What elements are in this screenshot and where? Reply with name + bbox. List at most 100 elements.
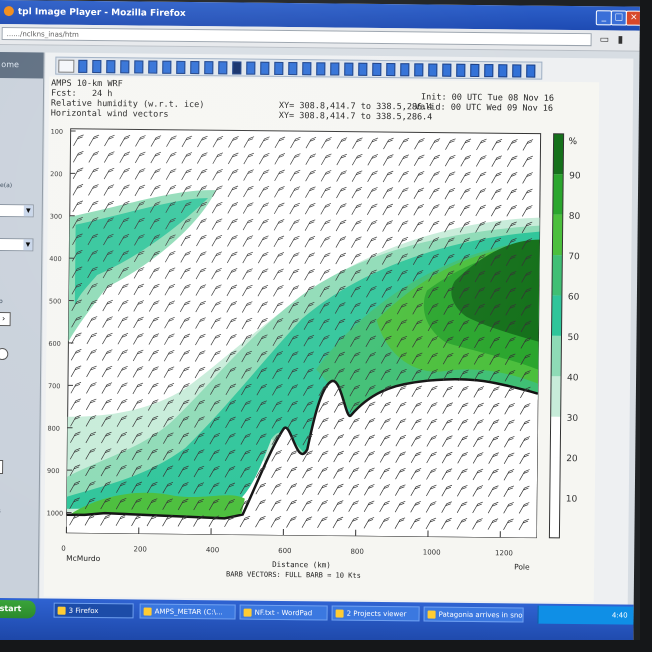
y-tick-label: 1000 [47, 509, 64, 517]
colorbar-tick-label: 80 [569, 212, 581, 222]
y-tick-label: 700 [48, 382, 61, 390]
task-article[interactable]: Patagonia arrives in snow... [423, 606, 524, 623]
frame-cell[interactable] [176, 60, 186, 74]
url-field[interactable]: ....../nclkns_inas/htm [1, 27, 592, 47]
frame-cell[interactable] [414, 63, 424, 77]
frame-cell[interactable] [428, 63, 438, 77]
frame-cell[interactable] [106, 60, 116, 74]
frame-cell[interactable] [92, 59, 102, 74]
colorbar-band [551, 335, 562, 377]
close-button[interactable]: × [625, 10, 640, 26]
maximize-button[interactable]: □ [610, 10, 627, 26]
window-title: tpl Image Player - Mozilla Firefox [17, 7, 186, 19]
loop-toggle[interactable] [0, 347, 9, 361]
monitor-bezel-bottom [0, 640, 652, 652]
frame-cell[interactable] [78, 59, 88, 73]
colorbar-tick-label: 70 [568, 252, 580, 262]
clock[interactable]: 4:40 [612, 611, 628, 619]
frame-cell[interactable] [190, 60, 200, 75]
colorbar-band [550, 416, 561, 458]
frame-cell[interactable] [218, 61, 228, 75]
frame-cell[interactable] [134, 60, 144, 74]
x-tick-label: 1000 [423, 548, 441, 556]
task-label: NF.txt - WordPad [254, 608, 313, 618]
chevron-down-icon: ▼ [23, 239, 33, 251]
frame-cell[interactable] [358, 62, 368, 76]
x-tick-label: 1200 [495, 549, 513, 557]
colorbar-tick-label: 20 [566, 454, 578, 464]
y-tick-label: 500 [49, 297, 62, 305]
image-player-content: AMPS 10-km WRF Fcst: 24 h Relative humid… [39, 52, 634, 605]
panel-label-b: B [0, 508, 1, 515]
colorbar-band [552, 174, 564, 215]
frame-cell[interactable] [204, 61, 214, 75]
start-button[interactable]: start [0, 599, 36, 619]
control-panel: ome e(a) ▼ ▼ p › B [0, 51, 45, 599]
frame-cell[interactable] [526, 64, 536, 78]
task-firefox[interactable]: 3 Firefox [53, 602, 134, 619]
frame-cell[interactable] [330, 62, 340, 76]
firefox-icon [57, 606, 66, 615]
y-tick-label: 400 [49, 255, 62, 263]
colorbar: 10 20 30 40 50 60 70 80 90 [548, 133, 581, 539]
frame-cell[interactable] [512, 64, 522, 78]
frame-cell[interactable] [400, 63, 410, 77]
task-label: 2 Projects viewer [346, 609, 407, 619]
frame-cell[interactable] [246, 61, 256, 75]
control-panel-header: ome [0, 51, 44, 79]
y-tick-label: 200 [50, 170, 63, 178]
frame-cell[interactable] [498, 64, 508, 78]
frame-cell[interactable] [372, 62, 382, 76]
colorbar-unit: % [568, 137, 577, 147]
frame-cell[interactable] [232, 61, 242, 75]
frame-cell[interactable] [470, 63, 480, 78]
model-select[interactable]: ▼ [0, 203, 34, 218]
frame-cell[interactable] [316, 62, 326, 76]
colorbar-tick-label: 40 [567, 373, 579, 383]
monitor-bezel-right [640, 0, 652, 652]
task-projects[interactable]: 2 Projects viewer [331, 605, 420, 622]
y-tick-label: 300 [50, 213, 63, 221]
step-button[interactable]: › [0, 311, 11, 327]
desktop-screen: tpl Image Player - Mozilla Firefox _ □ ×… [0, 0, 640, 647]
x-axis-title: Distance (km) [272, 560, 331, 570]
task-label: 3 Firefox [68, 606, 99, 616]
frame-cell[interactable] [288, 62, 298, 76]
frame-controls[interactable] [58, 59, 75, 73]
panel-label-a: e(a) [0, 182, 13, 190]
lock-icon[interactable]: ▮ [618, 34, 624, 45]
y-tick-label: 600 [48, 340, 61, 348]
task-amps[interactable]: AMPS_METAR (C:\... [139, 603, 236, 620]
frame-cell[interactable] [442, 63, 452, 77]
panel-label-p: p [0, 298, 3, 306]
frame-cell[interactable] [484, 64, 494, 78]
task-wordpad[interactable]: NF.txt - WordPad [239, 604, 328, 621]
plot-panel: AMPS 10-km WRF Fcst: 24 h Relative humid… [43, 76, 600, 603]
field-select[interactable]: ▼ [0, 237, 34, 252]
x-tick-label: 600 [278, 547, 291, 555]
x-end-label: Pole [514, 562, 530, 571]
browser-icon [427, 610, 436, 619]
y-tick-label: 900 [47, 467, 60, 475]
colorbar-tick-label: 90 [569, 171, 581, 181]
task-label: Patagonia arrives in snow... [438, 610, 524, 620]
frame-cell[interactable] [386, 63, 396, 77]
barb-legend: BARB VECTORS: FULL BARB = 10 Kts [226, 570, 361, 579]
minimize-button[interactable]: _ [595, 10, 612, 26]
frame-cell[interactable] [162, 60, 172, 74]
frame-cell[interactable] [260, 61, 270, 75]
system-tray: 4:40 [537, 605, 634, 625]
frame-cell[interactable] [302, 62, 312, 76]
frame-cell[interactable] [120, 60, 130, 74]
frame-cell[interactable] [456, 63, 466, 77]
x-tick-label: 800 [350, 548, 363, 556]
y-tick-label: 800 [47, 425, 60, 433]
frame-cell[interactable] [344, 62, 354, 76]
x-tick-label: 400 [206, 546, 219, 554]
reader-icon[interactable]: ▭ [600, 34, 610, 45]
frame-cell[interactable] [274, 61, 284, 75]
colorbar-tick-label: 30 [567, 414, 579, 424]
frame-cell[interactable] [148, 60, 158, 74]
panel-checkbox[interactable] [0, 459, 4, 475]
colorbar-tick-label: 50 [567, 333, 579, 343]
